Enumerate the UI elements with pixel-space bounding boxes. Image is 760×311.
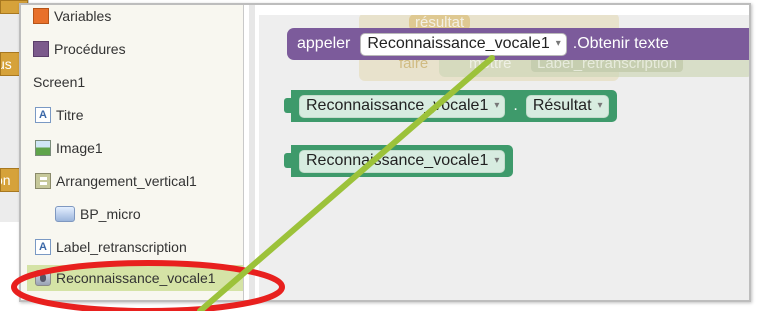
background-button-label: on <box>1 172 11 188</box>
property-dropdown[interactable]: Résultat ▾ <box>525 94 609 118</box>
tree-item-label: BP_micro <box>80 206 141 222</box>
tree-item-label: Titre <box>56 107 84 123</box>
tree-item-label-retranscription[interactable]: A Label_retranscription <box>35 234 187 260</box>
component-dropdown[interactable]: Reconnaissance_vocale1 ▾ <box>299 149 506 173</box>
vertical-arrangement-icon <box>35 173 51 189</box>
call-get-text-block[interactable]: appeler Reconnaissance_vocale1 ▾ .Obteni… <box>287 28 749 60</box>
tree-item-screen1[interactable]: Screen1 <box>33 69 85 95</box>
component-dropdown[interactable]: Reconnaissance_vocale1 ▾ <box>299 94 506 118</box>
speech-recognizer-icon <box>35 270 51 286</box>
component-dropdown-label: Reconnaissance_vocale1 <box>306 96 489 114</box>
chevron-down-icon: ▾ <box>494 155 500 166</box>
chevron-down-icon: ▾ <box>494 100 500 111</box>
output-plug <box>284 153 293 168</box>
chevron-down-icon: ▾ <box>555 38 561 49</box>
tree-item-procedures[interactable]: Procédures <box>33 36 126 62</box>
property-dropdown-label: Résultat <box>532 96 592 114</box>
background-button-label: us <box>1 56 12 72</box>
label-icon: A <box>35 107 51 123</box>
tree-item-label: Variables <box>54 8 112 24</box>
button-icon <box>55 206 75 222</box>
blocks-editor-screenshot: Variables Procédures Screen1 A Titre Ima… <box>19 3 751 302</box>
tree-item-label: Procédures <box>54 41 126 57</box>
method-name: .Obtenir texte <box>572 35 669 52</box>
output-plug <box>284 98 293 113</box>
tree-item-label: Arrangement_vertical1 <box>56 173 197 189</box>
property-separator: . <box>513 97 518 114</box>
tree-item-titre[interactable]: A Titre <box>35 102 83 128</box>
component-dropdown-label: Reconnaissance_vocale1 <box>306 151 489 169</box>
chevron-down-icon: ▾ <box>597 100 603 111</box>
tree-item-image1[interactable]: Image1 <box>35 135 103 161</box>
speech-component-block[interactable]: Reconnaissance_vocale1 ▾ <box>284 145 514 177</box>
component-dropdown[interactable]: Reconnaissance_vocale1 ▾ <box>360 32 567 56</box>
tree-item-label: Reconnaissance_vocale1 <box>56 270 216 286</box>
tree-item-reconnaissance-vocale1[interactable]: Reconnaissance_vocale1 <box>27 265 243 291</box>
tree-item-bp-micro[interactable]: BP_micro <box>55 201 141 227</box>
procedures-icon <box>33 41 49 57</box>
tree-item-label: Screen1 <box>33 74 86 90</box>
component-dropdown-label: Reconnaissance_vocale1 <box>367 34 550 52</box>
tree-item-arrangement-vertical1[interactable]: Arrangement_vertical1 <box>35 168 197 194</box>
speech-result-block[interactable]: Reconnaissance_vocale1 ▾ . Résultat ▾ <box>284 90 617 122</box>
panel-divider <box>243 5 244 300</box>
tree-item-label: Label_retranscription <box>56 239 187 255</box>
image-icon <box>35 140 51 156</box>
blocks-tree: Variables Procédures Screen1 A Titre Ima… <box>21 5 243 300</box>
tree-item-label: Image1 <box>56 140 103 156</box>
variables-icon <box>33 8 49 24</box>
tree-item-variables[interactable]: Variables <box>33 5 111 29</box>
workspace-gutter <box>249 5 255 300</box>
call-prefix: appeler <box>297 35 351 52</box>
label-icon: A <box>35 239 51 255</box>
